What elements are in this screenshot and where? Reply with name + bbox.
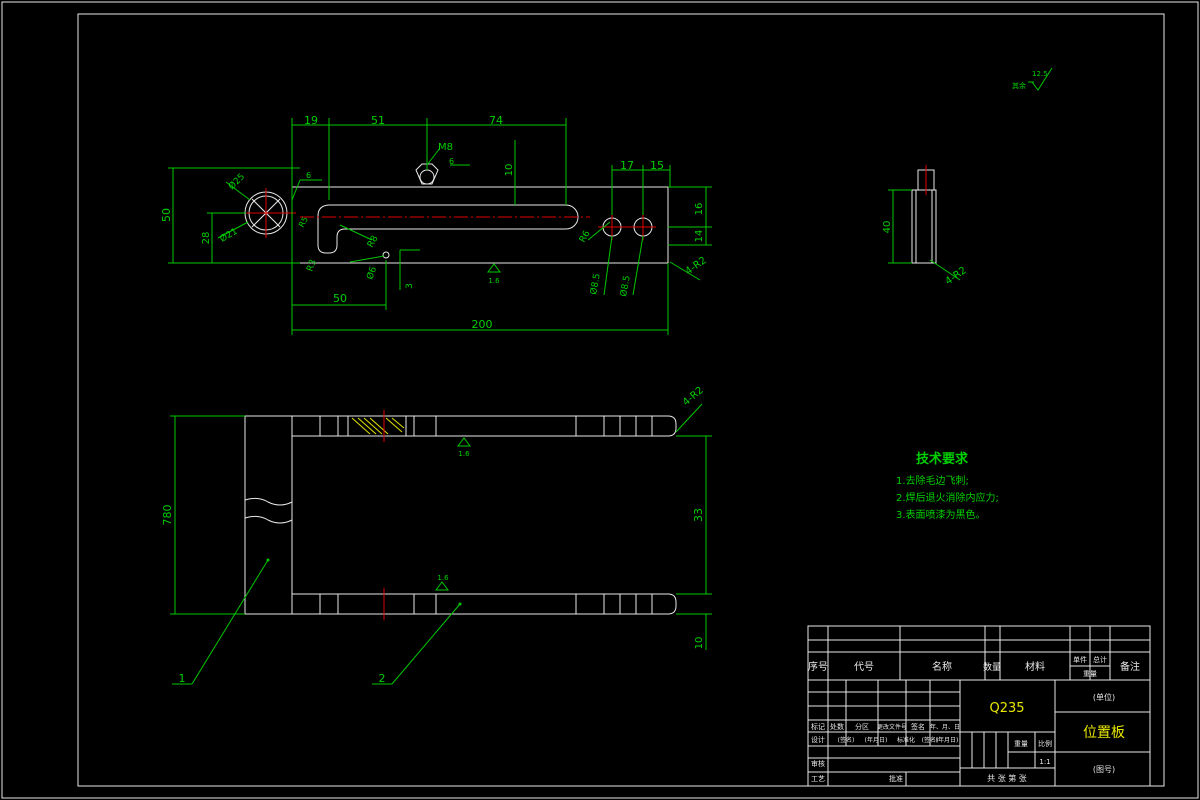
h-remark: 备注	[1120, 660, 1140, 673]
sheets: 共 张 第 张	[987, 773, 1027, 783]
h-seq: 序号	[808, 660, 828, 673]
r-process: 工艺	[811, 775, 825, 783]
dim-51: 51	[371, 114, 385, 127]
r-mark: 标记	[811, 722, 825, 731]
r-approve: 批准	[889, 774, 903, 783]
dim-74: 74	[489, 114, 503, 127]
r-scale: 比例	[1038, 739, 1052, 748]
dim-28: 28	[201, 232, 212, 245]
tech-title: 技术要求	[916, 451, 969, 467]
dim-200: 200	[472, 318, 493, 331]
dim-19: 19	[304, 114, 318, 127]
dim-phi8-5-b: Ø8.5	[618, 275, 633, 298]
r-weight: 重量	[1014, 740, 1028, 748]
drawing-no: (图号)	[1093, 765, 1115, 774]
dim-r3: R3	[305, 258, 318, 273]
dim-50-v: 50	[160, 208, 173, 222]
tech-item-3: 3.表面喷漆为黑色。	[896, 508, 986, 521]
h-total: 总计	[1093, 655, 1107, 664]
tech-item-2: 2.焊后退火消除内应力;	[896, 491, 999, 504]
dim-r8: R8	[366, 234, 381, 250]
front-dim-780: 780	[161, 505, 174, 526]
dim-r2-top: 4-R2	[683, 255, 708, 277]
r-sign: 签名	[911, 722, 925, 731]
r-count: 处数	[830, 722, 844, 731]
dim-15: 15	[650, 159, 664, 172]
scale-value: 1:1	[1039, 758, 1050, 766]
dim-m8: M8	[438, 142, 453, 153]
front-roughness-a: 1.6	[458, 450, 470, 458]
dim-14: 14	[694, 230, 705, 243]
roughness-label: 其余	[1012, 81, 1026, 90]
side-view: 40 4-R2	[882, 165, 969, 287]
front-dim-r2: 4-R2	[681, 385, 706, 408]
unit-name: (单位)	[1093, 692, 1115, 702]
r-sign2: (签名)	[838, 736, 855, 744]
tech-item-1: 1.去除毛边飞刺;	[896, 474, 969, 487]
r-ymd: (年月日)	[865, 736, 888, 744]
front-roughness-b: 1.6	[437, 574, 449, 582]
roughness-value: 12.5	[1032, 70, 1048, 78]
roughness-top: 1.6	[488, 277, 500, 285]
callout-1: 1	[179, 672, 186, 685]
dim-3: 3	[405, 283, 415, 289]
top-view: 19 51 74 17 15 10 16 14 50 28 50 200 3 Ø…	[160, 114, 712, 335]
dim-17: 17	[620, 159, 634, 172]
dim-phi6: Ø6	[364, 265, 379, 281]
h-code: 代号	[854, 661, 874, 673]
r-design: 设计	[811, 735, 825, 744]
dim-r6: R6	[578, 229, 593, 245]
r-doc: 更改文件号	[877, 723, 907, 731]
r-zone: 分区	[855, 722, 869, 731]
left-bar	[244, 415, 293, 615]
front-dim-10: 10	[694, 637, 705, 650]
material-value: Q235	[989, 701, 1024, 716]
r-std: 标准化	[897, 736, 915, 744]
dim-phi8-5-a: Ø8.5	[588, 273, 603, 296]
front-view: 780 33 10 4-R2 1.6 1.6 1 2	[161, 385, 712, 685]
r-date: 年、月、日	[930, 723, 960, 731]
h-name: 名称	[932, 660, 952, 673]
dim-50-h: 50	[333, 292, 347, 305]
angle-6-b: 6	[449, 157, 454, 166]
slot-outline	[317, 204, 579, 254]
dim-10-v: 10	[504, 164, 515, 177]
side-dim-r2: 4-R2	[943, 265, 968, 287]
r-check: 审核	[811, 759, 825, 768]
callout-2: 2	[379, 672, 386, 685]
r-ymd2: (年月日)	[936, 736, 959, 744]
top-bar	[291, 415, 677, 437]
roughness-corner: 其余 12.5	[1012, 67, 1053, 91]
side-dim-40: 40	[882, 221, 893, 234]
h-material: 材料	[1025, 660, 1045, 673]
bottom-bar	[291, 593, 677, 615]
front-dim-33: 33	[692, 508, 705, 522]
h-qty: 数量	[983, 661, 1001, 673]
title-block: 序号 代号 名称 数量 材料 单件 总计 重量 备注 Q235 位置板 (单位)…	[807, 625, 1151, 787]
dim-phi25: Ø25	[226, 171, 247, 192]
part-name: 位置板	[1083, 725, 1125, 741]
h-weight: 重量	[1083, 670, 1097, 678]
inner-frame	[77, 13, 1165, 787]
drawing-sheet: 19 51 74 17 15 10 16 14 50 28 50 200 3 Ø…	[1, 1, 1199, 799]
h-single: 单件	[1073, 655, 1087, 664]
tech-requirements: 技术要求 1.去除毛边飞刺; 2.焊后退火消除内应力; 3.表面喷漆为黑色。	[896, 451, 999, 521]
dim-16: 16	[694, 203, 705, 216]
angle-6-a: 6	[306, 171, 311, 180]
